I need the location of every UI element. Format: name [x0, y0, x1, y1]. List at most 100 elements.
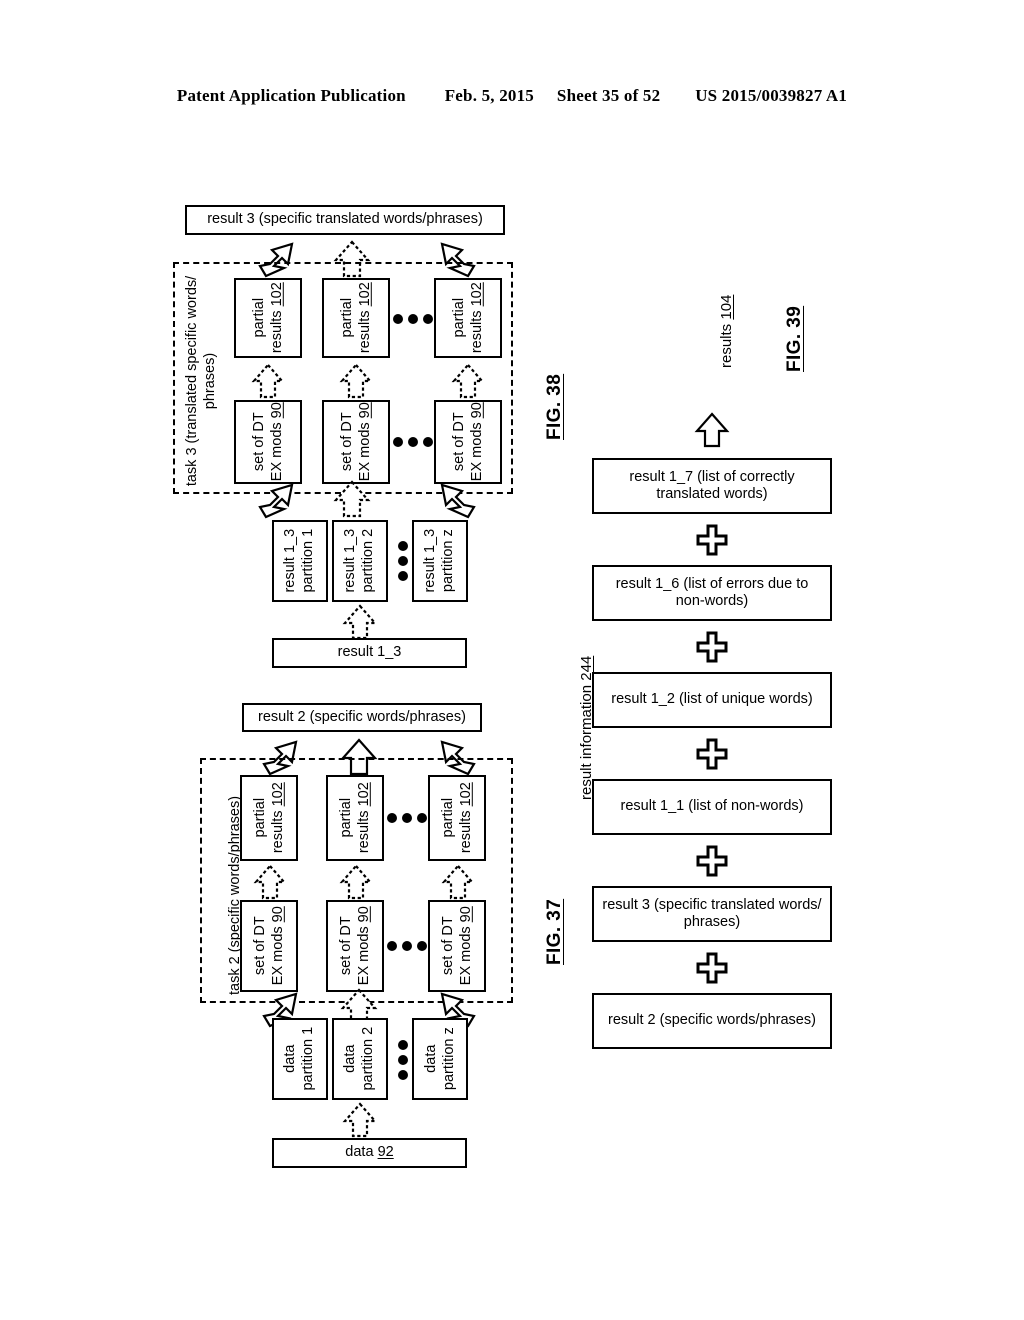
fig37-partial-results-1-line2: results — [269, 810, 286, 854]
fig38-dt-ex-mods-1-ref: 90 — [268, 402, 285, 419]
fig38-input-arrow-right — [432, 481, 476, 525]
fig38-partial-results-ellipsis — [392, 313, 434, 325]
fig38-dt-ex-mods-2: set of DT EX mods 90 — [322, 400, 390, 484]
fig38-partial-results-1-line1: partial — [250, 298, 267, 338]
fig37-partition-1-line2: partition 1 — [300, 1027, 316, 1091]
fig38-internal-arrow-2 — [339, 363, 373, 401]
fig38-partition-2-line1: result 1_3 — [342, 529, 359, 593]
fig38-partition-1: result 1_3 partition 1 — [272, 520, 328, 602]
fig38-internal-arrow-1 — [251, 363, 285, 401]
fig38-figure-label: FIG. 38 — [544, 373, 565, 440]
header-publication-number: US 2015/0039827 A1 — [695, 86, 848, 105]
fig38-partial-results-2: partial results 102 — [322, 278, 390, 358]
fig37-partition-2-line2: partition 2 — [360, 1027, 376, 1091]
fig37-partial-results-1-ref: 102 — [269, 782, 286, 807]
fig37-partial-results-3-line1: partial — [439, 798, 456, 838]
header-date: Feb. 5, 2015 — [444, 86, 535, 105]
header-sheet: Sheet 35 of 52 — [556, 86, 661, 105]
fig38-partition-1-line1: result 1_3 — [282, 529, 299, 593]
fig39-figure-label: FIG. 39 — [784, 305, 805, 372]
fig38-partial-results-1-line2: results — [268, 310, 285, 354]
fig39-stack-box-1-line1: result 1_7 (list of correctly — [629, 468, 795, 485]
fig38-dt-ex-mods-1: set of DT EX mods 90 — [234, 400, 302, 484]
fig37-dt-ex-mods-3: set of DT EX mods 90 — [428, 900, 486, 992]
fig37-dt-ex-mods-3-ref: 90 — [457, 906, 474, 923]
fig37-internal-arrow-2 — [339, 864, 373, 902]
fig38-partition-1-line2: partition 1 — [300, 529, 316, 593]
fig37-dt-ex-mods-ellipsis — [386, 940, 428, 952]
fig38-partition-3-line2: partition z — [440, 529, 456, 593]
fig38-task-label: task 3 (translated specific words/ phras… — [183, 272, 219, 490]
fig38-partition-ellipsis — [392, 533, 414, 589]
fig37-partial-results-1: partial results 102 — [240, 775, 298, 861]
fig37-internal-arrow-1 — [253, 864, 287, 902]
fig38-partition-3-line1: result 1_3 — [422, 529, 439, 593]
fig38-partial-results-2-line2: results — [356, 310, 373, 354]
fig38-dt-ex-mods-2-ref: 90 — [356, 402, 373, 419]
fig37-partition-3-line2: partition z — [440, 1027, 456, 1091]
fig37-partition-3-line1: data — [422, 1044, 439, 1074]
fig39-stack-box-1: result 1_7 (list of correctly translated… — [592, 458, 832, 514]
fig37-partition-1-line1: data — [282, 1044, 299, 1074]
fig37-partition-3: data partition z — [412, 1018, 468, 1100]
fig39-stack-box-4: result 1_1 (list of non-words) — [592, 779, 832, 835]
fig37-dt-ex-mods-1: set of DT EX mods 90 — [240, 900, 298, 992]
fig38-partition-3: result 1_3 partition z — [412, 520, 468, 602]
fig37-source-label: data — [345, 1144, 374, 1161]
fig38-source-label: result 1_3 — [337, 644, 402, 661]
fig37-dt-ex-mods-1-line2: EX mods — [269, 926, 286, 986]
fig38-dt-ex-mods-3-line2: EX mods — [468, 422, 485, 482]
fig37-partial-results-1-line1: partial — [251, 798, 268, 838]
fig37-dt-ex-mods-2-line1: set of DT — [337, 916, 354, 976]
fig39-results-label-text: results — [718, 323, 735, 368]
fig37-dt-ex-mods-3-line1: set of DT — [439, 916, 456, 976]
fig37-dt-ex-mods-2: set of DT EX mods 90 — [326, 900, 384, 992]
fig38-dt-ex-mods-1-line1: set of DT — [250, 412, 267, 472]
fig38-dt-ex-mods-1-line2: EX mods — [268, 422, 285, 482]
fig37-partial-results-2-line2: results — [355, 810, 372, 854]
fig37-partial-results-2: partial results 102 — [326, 775, 384, 861]
fig37-figure-label: FIG. 37 — [544, 898, 565, 965]
fig37-partial-results-2-line1: partial — [337, 798, 354, 838]
fig39-results-label: results 104 — [718, 295, 737, 368]
fig37-partial-results-ellipsis — [386, 812, 428, 824]
fig38-partition-2-line2: partition 2 — [360, 529, 376, 593]
fig38-dt-ex-mods-2-line2: EX mods — [356, 422, 373, 482]
fig39-plus-icon-1 — [696, 524, 728, 561]
fig38-output-box: result 3 (specific translated words/phra… — [185, 205, 505, 235]
fig38-partial-results-3-line1: partial — [450, 298, 467, 338]
fig38-dt-ex-mods-3: set of DT EX mods 90 — [434, 400, 502, 484]
fig38-task-label-line1: task 3 (translated specific words/ — [184, 275, 200, 487]
fig39-stack-box-1-line2: translated words) — [656, 486, 768, 502]
fig38-partition-2: result 1_3 partition 2 — [332, 520, 388, 602]
fig39-stack-box-4-line1: result 1_1 (list of non-words) — [620, 798, 804, 815]
fig38-partial-results-1: partial results 102 — [234, 278, 302, 358]
fig38-source-box: result 1_3 — [272, 638, 467, 668]
fig38-output-label: result 3 (specific translated words/phra… — [207, 211, 483, 228]
fig39-stack-box-3: result 1_2 (list of unique words) — [592, 672, 832, 728]
fig39-plus-icon-4 — [696, 845, 728, 882]
fig37-partition-1: data partition 1 — [272, 1018, 328, 1100]
fig38-partial-results-2-line1: partial — [338, 298, 355, 338]
fig38-input-arrow-left — [258, 481, 302, 525]
fig38-internal-arrow-3 — [451, 363, 485, 401]
fig37-partial-results-3-ref: 102 — [457, 782, 474, 807]
fig39-output-arrow — [693, 412, 731, 450]
fig37-source-arrow — [341, 1102, 379, 1140]
fig37-dt-ex-mods-1-ref: 90 — [269, 906, 286, 923]
fig37-dt-ex-mods-3-line2: EX mods — [457, 926, 474, 986]
fig38-dt-ex-mods-3-ref: 90 — [468, 402, 485, 419]
patent-header: Patent Application Publication Feb. 5, 2… — [0, 86, 1024, 106]
fig37-internal-arrow-3 — [441, 864, 475, 902]
fig37-partial-results-3: partial results 102 — [428, 775, 486, 861]
fig39-stack-box-2-line2: non-words) — [675, 593, 749, 609]
fig39-stack-box-5-line2: phrases) — [683, 914, 741, 930]
fig37-partial-results-2-ref: 102 — [355, 782, 372, 807]
fig39-results-label-ref: 104 — [718, 294, 735, 320]
fig37-partition-ellipsis — [392, 1032, 414, 1088]
fig38-source-arrow — [341, 604, 379, 642]
fig37-partial-results-3-line2: results — [457, 810, 474, 854]
fig39-plus-icon-3 — [696, 738, 728, 775]
fig39-plus-icon-2 — [696, 631, 728, 668]
fig39-stack-box-6: result 2 (specific words/phrases) — [592, 993, 832, 1049]
